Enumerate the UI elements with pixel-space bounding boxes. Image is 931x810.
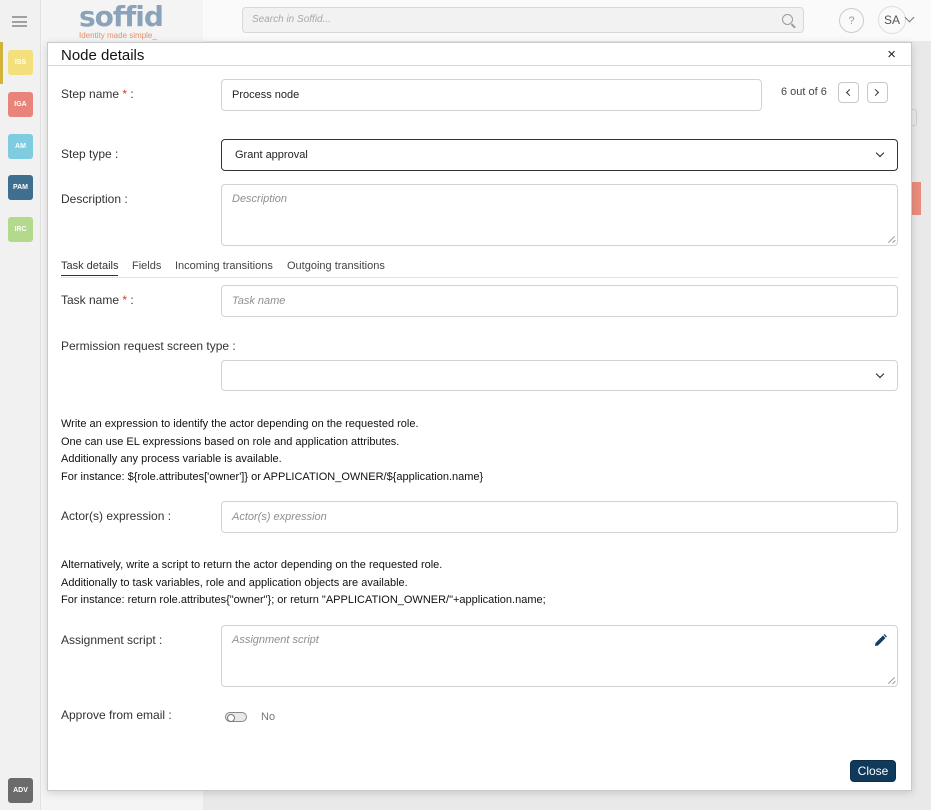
chevron-down-icon — [875, 148, 885, 158]
approve-from-email-label: Approve from email : — [61, 708, 172, 722]
help-line: For instance: return role.attributes{"ow… — [61, 594, 546, 606]
actor-expression-label: Actor(s) expression : — [61, 509, 172, 523]
step-type-label: Step type : — [61, 147, 119, 161]
help-line: Write an expression to identify the acto… — [61, 418, 419, 430]
tab-task-details[interactable]: Task details — [61, 260, 119, 276]
close-icon[interactable]: × — [887, 46, 896, 63]
help-line: Additionally any process variable is ava… — [61, 453, 282, 465]
tab-fields[interactable]: Fields — [132, 260, 161, 275]
chevron-right-icon — [871, 88, 880, 97]
actor-expression-input[interactable]: Actor(s) expression — [221, 501, 898, 533]
permission-screen-type-label: Permission request screen type : — [61, 339, 236, 353]
assignment-script-textarea[interactable]: Assignment script — [221, 625, 898, 687]
pencil-icon[interactable] — [874, 634, 887, 647]
task-name-input[interactable]: Task name — [221, 285, 898, 317]
app-iga-button[interactable]: IGA — [8, 92, 33, 117]
tab-bar: Task details Fields Incoming transitions… — [61, 260, 898, 278]
previous-button[interactable] — [838, 82, 859, 103]
step-name-value: Process node — [232, 89, 300, 101]
task-name-label-text: Task name — [61, 293, 120, 307]
chevron-down-icon — [875, 369, 885, 378]
step-type-value: Grant approval — [235, 149, 308, 161]
menu-icon[interactable] — [12, 16, 27, 27]
resize-handle-icon[interactable] — [888, 677, 895, 684]
approve-from-email-toggle[interactable] — [225, 712, 247, 722]
background-accent — [911, 182, 921, 215]
help-line: One can use EL expressions based on role… — [61, 435, 400, 448]
step-name-label-text: Step name — [61, 87, 120, 101]
help-line: Alternatively, write a script to return … — [61, 559, 443, 571]
script-help-text: Alternatively, write a script to return … — [61, 557, 546, 610]
tab-incoming-transitions[interactable]: Incoming transitions — [175, 260, 273, 275]
step-name-label: Step name * : — [61, 87, 134, 101]
description-placeholder: Description — [232, 193, 288, 205]
permission-screen-type-select[interactable] — [221, 360, 898, 391]
soffid-logo: soffid — [79, 0, 164, 33]
tab-outgoing-transitions[interactable]: Outgoing transitions — [287, 260, 385, 275]
dialog-title: Node details — [61, 47, 145, 64]
search-placeholder: Search in Soffid... — [252, 14, 331, 25]
step-type-select[interactable]: Grant approval — [221, 139, 898, 171]
next-button[interactable] — [867, 82, 888, 103]
task-name-label: Task name * : — [61, 293, 134, 307]
user-avatar[interactable]: SA — [878, 6, 906, 34]
assignment-script-label: Assignment script : — [61, 633, 163, 647]
app-iss-button[interactable]: ISS — [8, 50, 33, 75]
search-input[interactable]: Search in Soffid... — [242, 7, 804, 33]
logo-tagline: Identity made simple_ — [79, 31, 157, 40]
label-colon: : — [127, 293, 134, 307]
actor-expression-placeholder: Actor(s) expression — [232, 511, 327, 523]
search-icon[interactable] — [782, 14, 793, 25]
node-details-dialog: Node details × Step name * : Process nod… — [47, 42, 912, 791]
step-name-input[interactable]: Process node — [221, 79, 762, 111]
help-button[interactable]: ? — [839, 8, 864, 33]
app-sidebar: ISS IGA AM PAM IRC ADV — [0, 0, 41, 810]
app-adv-button[interactable]: ADV — [8, 778, 33, 803]
description-textarea[interactable]: Description — [221, 184, 898, 246]
label-colon: : — [127, 87, 134, 101]
help-line: For instance: ${role.attributes['owner']… — [61, 470, 484, 483]
chevron-left-icon — [845, 88, 854, 97]
app-irc-button[interactable]: IRC — [8, 217, 33, 242]
description-label: Description : — [61, 192, 128, 206]
close-button[interactable]: Close — [850, 760, 896, 782]
app-am-button[interactable]: AM — [8, 134, 33, 159]
task-name-placeholder: Task name — [232, 295, 286, 307]
assignment-script-placeholder: Assignment script — [232, 634, 319, 646]
expression-help-text: Write an expression to identify the acto… — [61, 416, 483, 486]
help-line: Additionally to task variables, role and… — [61, 576, 408, 589]
app-pam-button[interactable]: PAM — [8, 175, 33, 200]
approve-from-email-value: No — [261, 711, 276, 723]
active-app-marker — [0, 42, 3, 84]
dialog-header: Node details × — [48, 43, 911, 66]
resize-handle-icon[interactable] — [888, 236, 895, 243]
pager-text: 6 out of 6 — [781, 86, 827, 98]
